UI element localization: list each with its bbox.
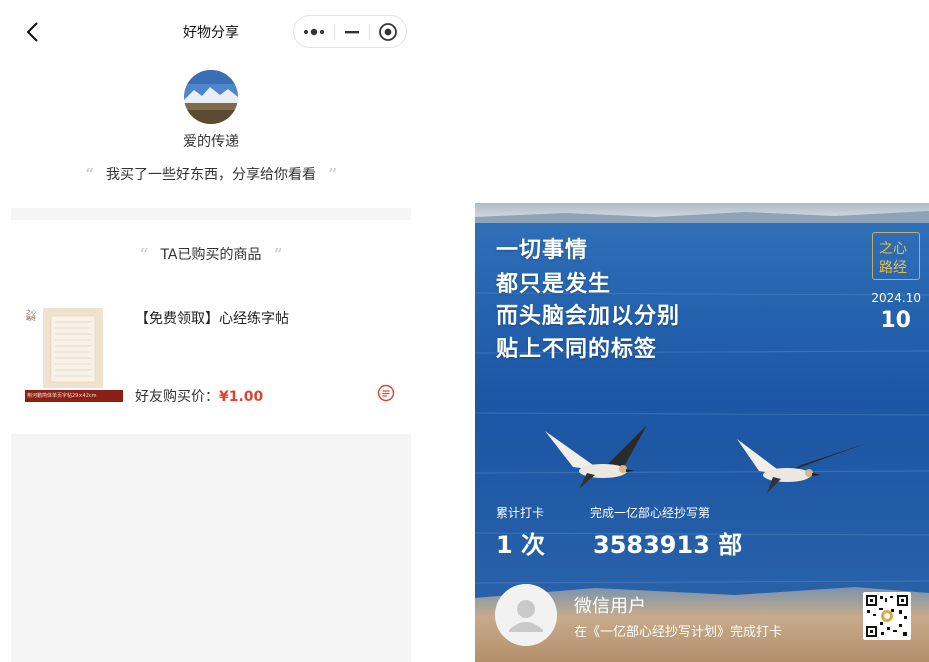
minimize-icon bbox=[345, 30, 359, 33]
minimize-button[interactable] bbox=[335, 16, 369, 47]
quote-open-mark: “ bbox=[84, 165, 94, 186]
share-message-text: 我买了一些好东西，分享给你看看 bbox=[106, 167, 316, 183]
seal-text: 之心 bbox=[879, 241, 907, 257]
price-row: 好友购买价：¥1.00 bbox=[135, 386, 263, 406]
close-button[interactable] bbox=[370, 16, 406, 47]
quote-open-mark: “ bbox=[139, 245, 149, 266]
more-button[interactable] bbox=[294, 16, 334, 47]
user-avatar bbox=[495, 584, 557, 646]
section-title: “ TA已购买的商品 ” bbox=[11, 244, 411, 266]
total-copies-label: 完成一亿部心经抄写第 bbox=[590, 506, 711, 520]
section-divider bbox=[11, 208, 411, 220]
checkin-count-value: 1 次 bbox=[496, 531, 546, 559]
quote-line: 贴上不同的标签 bbox=[496, 337, 658, 362]
chat-button[interactable] bbox=[377, 384, 395, 402]
total-copies-value: 3583913 部 bbox=[593, 531, 743, 559]
seal-text: 路经 bbox=[879, 260, 907, 276]
thumbnail-caption: 荆河鹏简体单页字帖29×42cm bbox=[27, 393, 97, 399]
avatar-image bbox=[184, 70, 238, 124]
price-label: 好友购买价： bbox=[135, 389, 219, 405]
record-icon bbox=[379, 22, 397, 41]
default-user-icon bbox=[495, 584, 557, 646]
section-title-text: TA已购买的商品 bbox=[160, 247, 262, 263]
thumbnail-badge: 之心路经 bbox=[26, 310, 37, 322]
mini-program-capsule bbox=[293, 15, 407, 48]
quote-close-mark: ” bbox=[273, 245, 283, 266]
check-in-poster: 一切事情 都只是发生 而头脑会加以分别 贴上不同的标签 之心 路经 2024.1… bbox=[475, 203, 929, 662]
quote-line: 都只是发生 bbox=[496, 272, 612, 297]
profile-name: 爱的传递 bbox=[183, 134, 239, 150]
quote-close-mark: ” bbox=[328, 165, 338, 186]
qr-code-icon bbox=[865, 594, 909, 638]
checkin-description: 在《一亿部心经抄写计划》完成打卡 bbox=[574, 625, 783, 640]
product-card[interactable]: 之心路经 荆河鹏简体单页字帖29×42cm 【免费领取】心经练字帖 好友购买价：… bbox=[11, 300, 411, 412]
empty-area bbox=[11, 434, 411, 662]
chat-bubble-icon bbox=[377, 384, 395, 402]
qr-code bbox=[863, 592, 911, 640]
product-image bbox=[25, 306, 123, 404]
share-page: 好物分享 爱的传递 “ 我买了一些好东西，分享给你看看 ” “ TA已购买的商品… bbox=[11, 0, 411, 662]
share-message: “ 我买了一些好东西，分享给你看看 ” bbox=[11, 164, 411, 186]
quote-line: 而头脑会加以分别 bbox=[496, 304, 681, 329]
quote-line: 一切事情 bbox=[496, 238, 589, 263]
more-dots-icon bbox=[304, 28, 324, 35]
user-name: 微信用户 bbox=[574, 596, 646, 617]
product-title: 【免费领取】心经练字帖 bbox=[135, 311, 289, 327]
price-value: ¥1.00 bbox=[219, 389, 264, 405]
product-thumbnail: 之心路经 荆河鹏简体单页字帖29×42cm bbox=[25, 306, 123, 404]
avatar[interactable] bbox=[184, 70, 238, 124]
checkin-count-label: 累计打卡 bbox=[496, 506, 545, 520]
brand-seal-logo: 之心 路经 bbox=[872, 232, 920, 280]
navbar: 好物分享 bbox=[11, 0, 411, 62]
date-year-month: 2024.10 bbox=[871, 291, 921, 305]
date-day: 10 bbox=[880, 308, 911, 333]
